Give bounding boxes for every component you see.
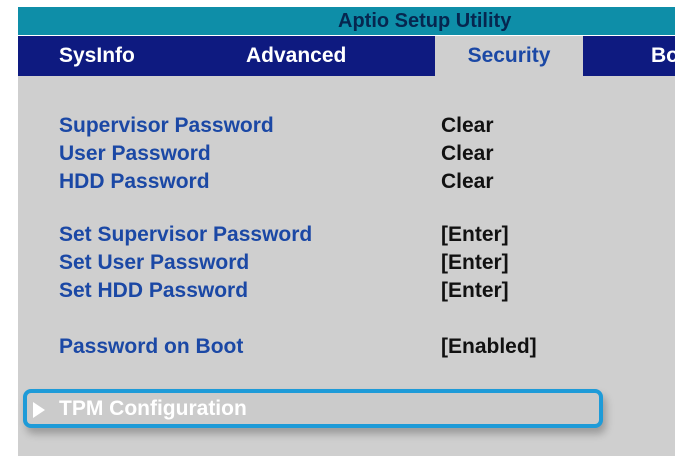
set-supervisor-password-value[interactable]: [Enter]: [441, 222, 509, 248]
hdd-password-value: Clear: [441, 170, 494, 193]
title-bar: Aptio Setup Utility: [18, 7, 675, 35]
user-password-value: Clear: [441, 142, 494, 165]
set-hdd-password-value[interactable]: [Enter]: [441, 278, 509, 304]
set-user-password-label[interactable]: Set User Password: [59, 250, 249, 276]
password-on-boot-row[interactable]: Password on Boot [Enabled]: [18, 334, 675, 360]
user-password-label: User Password: [59, 142, 211, 165]
supervisor-password-status-row: Supervisor Password Clear: [18, 113, 675, 139]
tab-boot[interactable]: Bo: [651, 36, 675, 76]
hdd-password-status-row: HDD Password Clear: [18, 169, 675, 195]
set-user-password-value[interactable]: [Enter]: [441, 250, 509, 276]
set-supervisor-password-row[interactable]: Set Supervisor Password [Enter]: [18, 222, 675, 248]
app-title: Aptio Setup Utility: [338, 10, 512, 32]
password-on-boot-value[interactable]: [Enabled]: [441, 334, 537, 360]
tab-sysinfo[interactable]: SysInfo: [59, 36, 135, 76]
tpm-configuration-label[interactable]: TPM Configuration: [59, 393, 247, 424]
user-password-status-row: User Password Clear: [18, 141, 675, 167]
tab-security[interactable]: Security: [435, 36, 583, 76]
menu-bar: SysInfo Advanced Security Bo: [18, 36, 675, 76]
set-supervisor-password-label[interactable]: Set Supervisor Password: [59, 222, 312, 248]
supervisor-password-value: Clear: [441, 114, 494, 137]
security-panel: Supervisor Password Clear User Password …: [18, 76, 675, 456]
hdd-password-label: HDD Password: [59, 170, 210, 193]
supervisor-password-label: Supervisor Password: [59, 114, 274, 137]
tpm-configuration-item[interactable]: TPM Configuration: [23, 389, 603, 428]
password-on-boot-label[interactable]: Password on Boot: [59, 334, 243, 360]
set-hdd-password-label[interactable]: Set HDD Password: [59, 278, 248, 304]
bios-screen: Aptio Setup Utility SysInfo Advanced Sec…: [0, 0, 675, 456]
submenu-arrow-icon: [33, 402, 45, 418]
top-border: [0, 0, 675, 6]
set-user-password-row[interactable]: Set User Password [Enter]: [18, 250, 675, 276]
set-hdd-password-row[interactable]: Set HDD Password [Enter]: [18, 278, 675, 304]
tab-advanced[interactable]: Advanced: [246, 36, 346, 76]
